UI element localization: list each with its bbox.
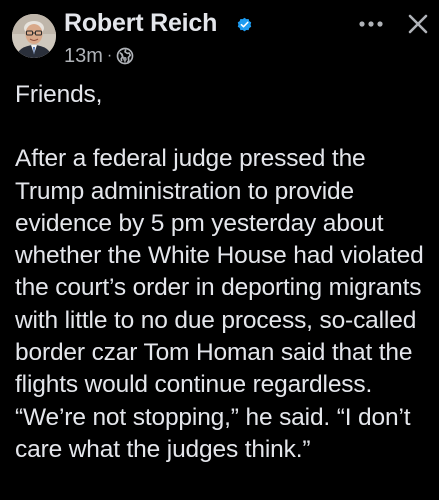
globe-icon[interactable] <box>116 47 134 65</box>
post-card: Robert Reich 13m · Friends, After a fede… <box>0 0 439 500</box>
post-paragraph: After a federal judge pressed the Trump … <box>15 145 424 463</box>
post-timestamp[interactable]: 13m <box>64 45 103 68</box>
close-icon <box>408 14 428 34</box>
more-horizontal-icon <box>359 21 383 27</box>
avatar[interactable] <box>12 14 56 58</box>
author-name[interactable]: Robert Reich <box>64 9 217 38</box>
close-button[interactable] <box>403 8 433 40</box>
post-greeting: Friends, <box>15 81 103 108</box>
meta-separator: · <box>106 47 113 64</box>
post-meta: 13m · <box>64 44 134 68</box>
post-body: Friends, After a federal judge pressed t… <box>15 79 429 466</box>
more-options-button[interactable] <box>355 8 387 40</box>
verified-badge-icon <box>237 17 252 32</box>
